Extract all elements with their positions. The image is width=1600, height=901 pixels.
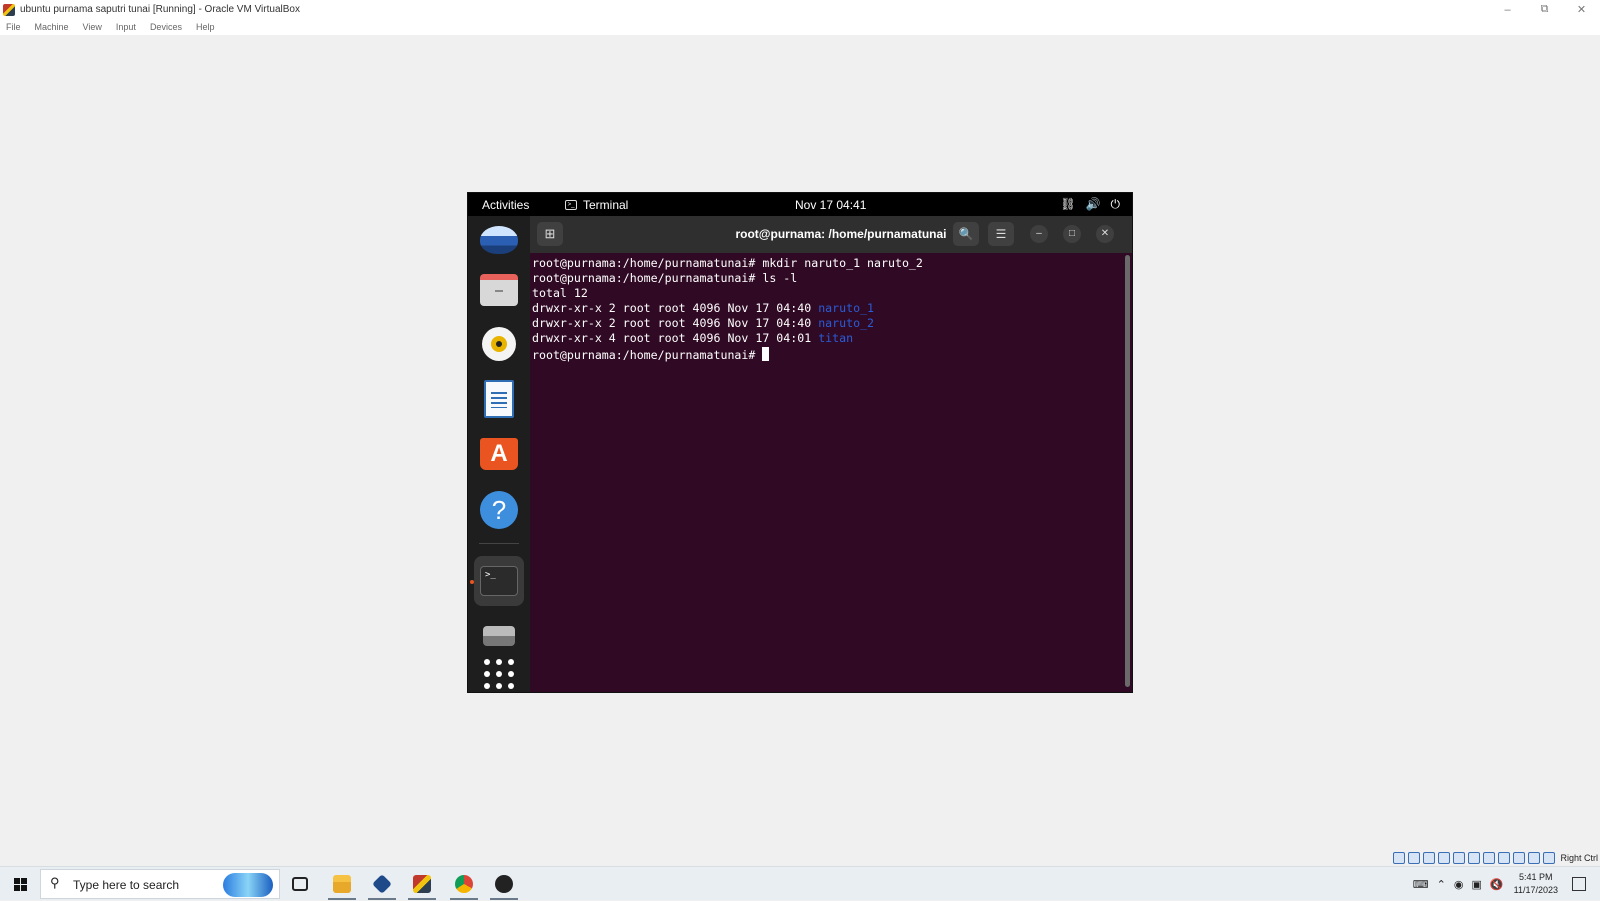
terminal-search-button[interactable]: 🔍 xyxy=(953,222,979,246)
running-indicator xyxy=(470,580,474,584)
help-icon[interactable]: ? xyxy=(479,490,519,530)
thunderbird-icon[interactable] xyxy=(479,220,519,260)
obs-icon[interactable] xyxy=(484,867,524,901)
hard-disk-icon[interactable] xyxy=(1393,852,1406,864)
ls-entry-details: drwxr-xr-x 4 root root 4096 Nov 17 04:01 xyxy=(532,331,819,346)
app-menu-label: Terminal xyxy=(583,198,629,212)
terminal-small-icon: >_ xyxy=(565,200,577,210)
topbar-clock[interactable]: Nov 17 04:41 xyxy=(795,198,866,212)
chevron-up-icon[interactable]: ⌃ xyxy=(1437,878,1446,891)
apps-grid-icon[interactable] xyxy=(479,654,519,692)
directory-name: titan xyxy=(818,331,854,346)
ls-entry-details: drwxr-xr-x 2 root root 4096 Nov 17 04:40 xyxy=(532,316,819,331)
recording-icon[interactable] xyxy=(1498,852,1511,864)
terminal-close-button[interactable]: ✕ xyxy=(1096,225,1114,243)
keyboard-layout-icon[interactable]: ⌨ xyxy=(1413,878,1429,891)
menu-help[interactable]: Help xyxy=(196,22,215,32)
terminal-headerbar: ⊞ root@purnama: /home/purnamatunai 🔍 ☰ –… xyxy=(530,216,1132,253)
terminal-menu-button[interactable]: ☰ xyxy=(988,222,1014,246)
writer-icon[interactable] xyxy=(479,379,519,419)
network-icon[interactable]: ▣ xyxy=(1472,878,1482,891)
activities-button[interactable]: Activities xyxy=(482,198,529,212)
ubuntu-guest-screen[interactable]: Activities >_ Terminal Nov 17 04:41 ⛓ 🔊 … xyxy=(467,192,1133,693)
optical-drive-icon[interactable] xyxy=(1408,852,1421,864)
directory-name: naruto_2 xyxy=(818,316,875,331)
window-title: ubuntu purnama saputri tunai [Running] -… xyxy=(20,4,300,15)
host-key-label: Right Ctrl xyxy=(1560,853,1598,863)
menu-input[interactable]: Input xyxy=(116,22,136,32)
terminal-icon[interactable]: >_ xyxy=(474,556,524,606)
windows-taskbar: ⚲ Type here to search ⌨ ⌃ ◉ ▣ 🔇 5:41 PM … xyxy=(0,866,1600,900)
menu-machine[interactable]: Machine xyxy=(35,22,69,32)
terminal-line: total 12 xyxy=(532,286,588,301)
virtualbox-icon[interactable] xyxy=(362,867,402,901)
directory-name: naruto_1 xyxy=(818,301,875,316)
terminal-scrollbar[interactable] xyxy=(1125,255,1130,687)
volume-icon[interactable]: 🔊 xyxy=(1086,197,1101,212)
terminal-line: drwxr-xr-x 4 root root 4096 Nov 17 04:01… xyxy=(532,331,1132,346)
taskbar-search-box[interactable]: ⚲ Type here to search xyxy=(40,869,280,899)
terminal-line: drwxr-xr-x 2 root root 4096 Nov 17 04:40… xyxy=(532,301,1132,316)
terminal-line: root@purnama:/home/purnamatunai# mkdir n… xyxy=(532,256,923,270)
search-input[interactable]: Type here to search xyxy=(73,878,179,892)
file-explorer-icon[interactable] xyxy=(322,867,362,901)
text-cursor xyxy=(762,346,770,361)
start-button[interactable] xyxy=(0,867,40,901)
vt-x-icon[interactable] xyxy=(1513,852,1526,864)
terminal-output[interactable]: root@purnama:/home/purnamatunai# mkdir n… xyxy=(530,253,1132,692)
usb-icon[interactable] xyxy=(1453,852,1466,864)
notification-icon[interactable] xyxy=(1572,877,1586,891)
display-icon[interactable] xyxy=(1483,852,1496,864)
app-menu-terminal[interactable]: >_ Terminal xyxy=(565,198,628,212)
vbox-titlebar: ubuntu purnama saputri tunai [Running] -… xyxy=(0,0,1600,19)
dock-separator xyxy=(479,543,519,544)
clock-time: 5:41 PM xyxy=(1519,872,1553,882)
terminal-line: root@purnama:/home/purnamatunai# ls -l xyxy=(532,271,798,286)
sublime-icon[interactable] xyxy=(402,867,442,901)
chrome-icon[interactable] xyxy=(444,867,484,901)
shell-prompt: root@purnama:/home/purnamatunai# xyxy=(532,347,763,362)
files-icon[interactable] xyxy=(479,270,519,310)
menu-devices[interactable]: Devices xyxy=(150,22,182,32)
system-tray-area: ⌨ ⌃ ◉ ▣ 🔇 5:41 PM 11/17/2023 xyxy=(1409,867,1600,901)
vm-display-area[interactable]: Activities >_ Terminal Nov 17 04:41 ⛓ 🔊 … xyxy=(0,35,1600,865)
meet-now-icon[interactable]: ◉ xyxy=(1454,878,1464,891)
drive-icon[interactable] xyxy=(479,616,519,656)
terminal-line: drwxr-xr-x 2 root root 4096 Nov 17 04:40… xyxy=(532,316,1132,331)
restore-button[interactable]: ⧉ xyxy=(1526,0,1563,19)
rhythmbox-icon[interactable] xyxy=(479,324,519,364)
search-icon: ⚲ xyxy=(50,875,60,890)
terminal-maximize-button[interactable]: □ xyxy=(1063,225,1081,243)
vbox-menubar: File Machine View Input Devices Help xyxy=(0,19,1600,35)
network-icon[interactable]: ⛓ xyxy=(1060,197,1075,212)
virtualbox-app-icon xyxy=(3,3,15,16)
windows-logo-icon xyxy=(13,877,27,891)
terminal-prompt-line[interactable]: root@purnama:/home/purnamatunai# xyxy=(532,346,1132,362)
search-highlight-icon xyxy=(223,873,273,897)
audio-icon[interactable] xyxy=(1423,852,1436,864)
network-adapter-icon[interactable] xyxy=(1438,852,1451,864)
shared-folders-icon[interactable] xyxy=(1468,852,1481,864)
volume-muted-icon[interactable]: 🔇 xyxy=(1490,878,1504,891)
power-icon[interactable]: ⏻ xyxy=(1111,197,1121,212)
ubuntu-dock: A ? >_ xyxy=(468,216,530,692)
keyboard-icon[interactable] xyxy=(1543,852,1556,864)
software-icon[interactable]: A xyxy=(479,434,519,474)
terminal-minimize-button[interactable]: – xyxy=(1030,225,1048,243)
menu-file[interactable]: File xyxy=(6,22,21,32)
system-tray[interactable]: ⛓ 🔊 ⏻ xyxy=(1060,197,1120,212)
task-view-icon[interactable] xyxy=(280,867,320,901)
minimize-button[interactable]: – xyxy=(1489,0,1526,19)
gnome-topbar: Activities >_ Terminal Nov 17 04:41 ⛓ 🔊 … xyxy=(468,193,1132,216)
vbox-status-bar: Right Ctrl xyxy=(1393,851,1598,865)
system-clock[interactable]: 5:41 PM 11/17/2023 xyxy=(1514,871,1558,897)
menu-view[interactable]: View xyxy=(83,22,102,32)
mouse-integration-icon[interactable] xyxy=(1528,852,1541,864)
clock-date: 11/17/2023 xyxy=(1513,885,1558,895)
ls-entry-details: drwxr-xr-x 2 root root 4096 Nov 17 04:40 xyxy=(532,301,819,316)
window-controls: – ⧉ ✕ xyxy=(1489,0,1600,19)
close-button[interactable]: ✕ xyxy=(1563,0,1600,19)
